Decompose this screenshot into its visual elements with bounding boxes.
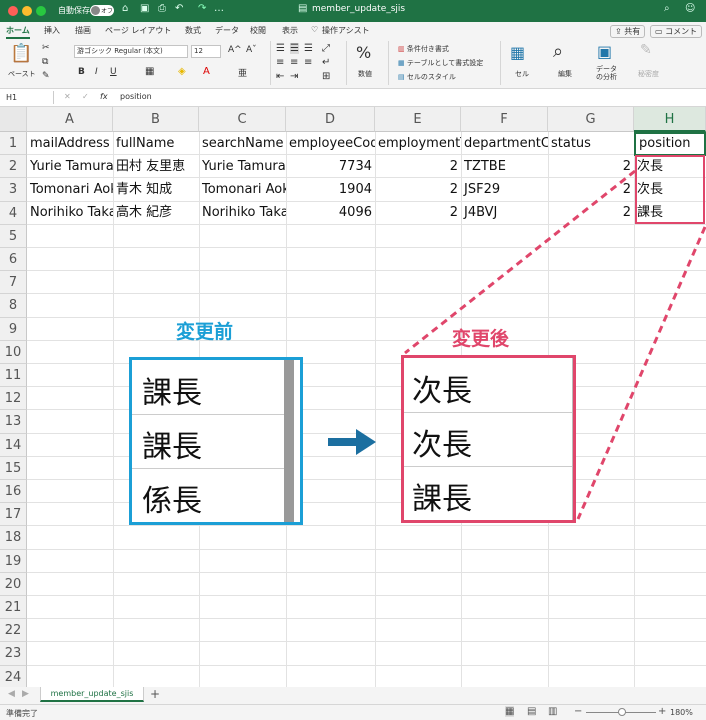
undo-icon[interactable]: ↶ — [175, 3, 183, 14]
ribbon: 📋 ペースト ✂ ⧉ ✎ 游ゴシック Regular (本文) 12 A^ Aˇ… — [0, 39, 706, 89]
font-name-select[interactable]: 游ゴシック Regular (本文) — [74, 45, 188, 58]
add-sheet-icon[interactable]: + — [150, 687, 160, 701]
align-left-icon[interactable]: ≡ — [276, 57, 284, 68]
zoom-out-icon[interactable]: − — [574, 706, 582, 717]
number-format-label: 数値 — [358, 70, 372, 78]
tab-draw[interactable]: 描画 — [75, 25, 91, 36]
borders-icon[interactable]: ▦ — [145, 66, 154, 77]
connector-lines — [404, 169, 706, 520]
cell-styles-icon: ▤ — [398, 73, 405, 81]
tab-review[interactable]: 校閲 — [250, 25, 266, 36]
redo-icon[interactable]: ↷ — [198, 3, 206, 14]
tab-insert[interactable]: 挿入 — [44, 25, 60, 36]
sheet-tab-active[interactable]: member_update_sjis — [40, 687, 144, 702]
formula-bar: H1 ✕ ✓ fx position — [0, 89, 706, 107]
table-icon: ▦ — [398, 59, 405, 67]
sensitivity-icon[interactable]: ✎ — [640, 42, 652, 58]
edit-label: 編集 — [558, 70, 572, 78]
tab-formulas[interactable]: 数式 — [185, 25, 201, 36]
zoom-window-button[interactable] — [36, 6, 46, 16]
find-icon[interactable]: ⌕ — [553, 41, 563, 62]
sensitivity-label: 秘密度 — [638, 70, 659, 78]
bottom-bar: ◀ ▶ member_update_sjis + 準備完了 ▦ ▤ ▥ − + … — [0, 687, 706, 720]
format-painter-icon[interactable]: ✎ — [42, 71, 50, 81]
outdent-icon[interactable]: ⇤ — [276, 71, 284, 82]
home-icon[interactable]: ⌂ — [122, 3, 128, 14]
tab-view[interactable]: 表示 — [282, 25, 298, 36]
indent-icon[interactable]: ⇥ — [290, 71, 298, 82]
next-sheet-icon[interactable]: ▶ — [22, 689, 29, 699]
formula-input[interactable]: position — [120, 92, 152, 101]
paste-label: ペースト — [8, 70, 36, 78]
cut-icon[interactable]: ✂ — [42, 43, 50, 53]
prev-sheet-icon[interactable]: ◀ — [8, 689, 15, 699]
zoom-in-icon[interactable]: + — [658, 706, 666, 717]
search-icon[interactable]: ⌕ — [664, 3, 670, 14]
font-shrink-icon[interactable]: Aˇ — [246, 45, 257, 55]
cancel-icon[interactable]: ✕ — [64, 92, 71, 101]
font-color-icon[interactable]: A — [203, 66, 210, 77]
page-break-view-icon[interactable]: ▥ — [548, 706, 557, 717]
close-window-button[interactable] — [8, 6, 18, 16]
format-as-table-button[interactable]: ▦ テーブルとして書式設定 — [398, 58, 483, 68]
page-layout-view-icon[interactable]: ▤ — [527, 706, 536, 717]
spreadsheet-grid: A B C D E F G H 1 2 3 4 5 6 7 8 9 10 11 12 13 14 15 16 1… — [0, 107, 706, 687]
confirm-icon[interactable]: ✓ — [82, 92, 89, 101]
zoom-slider-thumb[interactable] — [618, 708, 626, 716]
copy-icon[interactable]: ⧉ — [42, 57, 48, 67]
connector-line-top — [404, 169, 636, 355]
analyze-data-label: データ の分析 — [596, 65, 617, 81]
cells-icon[interactable]: ▦ — [510, 43, 525, 62]
wrap-text-icon[interactable]: ↵ — [322, 57, 330, 68]
status-text: 準備完了 — [6, 709, 38, 718]
analyze-data-icon[interactable]: ▣ — [597, 42, 612, 61]
conditional-format-button[interactable]: ▥ 条件付き書式 — [398, 44, 449, 54]
tab-page-layout[interactable]: ページ レイアウト — [105, 25, 171, 36]
paste-icon[interactable]: 📋 — [10, 43, 32, 64]
name-box[interactable]: H1 — [2, 91, 54, 104]
orientation-icon[interactable]: ⤢ — [322, 43, 330, 54]
align-center-icon[interactable]: ≡ — [290, 57, 298, 68]
tell-me-search[interactable]: 操作アシスト — [322, 25, 370, 36]
autosave-label: 自動保存 — [58, 6, 90, 15]
lightbulb-icon: ♡ — [311, 25, 319, 34]
window-title: member_update_sjis — [312, 4, 406, 14]
align-top-icon[interactable]: ☰ — [276, 43, 285, 54]
title-bar: 自動保存 オフ ⌂ ▣ ⎙ ↶ ↷ … ▤ member_update_sjis… — [0, 0, 706, 22]
save-icon[interactable]: ▣ — [140, 3, 149, 14]
cell-styles-button[interactable]: ▤ セルのスタイル — [398, 72, 456, 82]
font-size-select[interactable]: 12 — [191, 45, 221, 58]
font-grow-icon[interactable]: A^ — [228, 45, 242, 55]
ribbon-tabs: ホーム 挿入 描画 ページ レイアウト 数式 データ 校閲 表示 ♡ 操作アシス… — [0, 22, 706, 39]
percent-icon[interactable]: % — [356, 43, 371, 62]
zoom-level: 180% — [670, 708, 693, 717]
tab-data[interactable]: データ — [215, 25, 239, 36]
normal-view-icon[interactable]: ▦ — [505, 706, 515, 717]
file-icon: ▤ — [298, 3, 308, 14]
align-bottom-icon[interactable]: ☰ — [304, 43, 313, 54]
more-icon[interactable]: … — [214, 3, 224, 14]
phonetic-icon[interactable]: 亜 — [238, 66, 247, 79]
smiley-icon[interactable]: ☺ — [685, 3, 695, 14]
share-icon: ⇪ — [615, 27, 622, 36]
align-middle-icon[interactable]: ☰ — [290, 43, 299, 54]
merge-icon[interactable]: ⊞ — [322, 71, 330, 82]
conditional-format-icon: ▥ — [398, 45, 405, 53]
tab-home[interactable]: ホーム — [6, 25, 30, 39]
fill-color-icon[interactable]: ◈ — [178, 66, 186, 77]
bold-button[interactable]: B — [78, 67, 85, 77]
print-icon[interactable]: ⎙ — [158, 3, 166, 14]
comment-icon: ▭ — [655, 27, 663, 36]
align-right-icon[interactable]: ≡ — [304, 57, 312, 68]
italic-button[interactable]: I — [95, 67, 98, 77]
minimize-window-button[interactable] — [22, 6, 32, 16]
comment-button[interactable]: ▭ コメント — [650, 25, 703, 38]
connector-line-bottom — [576, 226, 706, 520]
underline-button[interactable]: U — [110, 67, 117, 77]
cells-label: セル — [515, 70, 529, 78]
autosave-toggle[interactable]: オフ — [90, 5, 114, 16]
fx-icon[interactable]: fx — [100, 92, 108, 101]
share-button[interactable]: ⇪ 共有 — [610, 25, 646, 38]
